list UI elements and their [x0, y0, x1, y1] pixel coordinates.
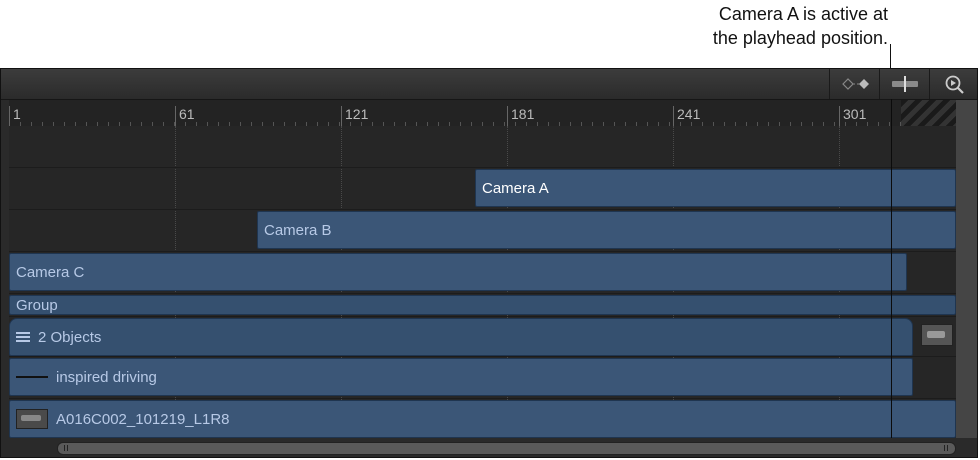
- group-track[interactable]: Group: [9, 295, 956, 315]
- timeline-ruler[interactable]: 1 61 121 181 241 301: [9, 100, 956, 126]
- row-separator: [9, 167, 956, 168]
- timeline-tracks: Camera A Camera B Camera C Group 2 Objec…: [9, 126, 956, 438]
- ruler-label: 61: [179, 106, 195, 122]
- camera-b-track[interactable]: Camera B: [257, 211, 956, 249]
- callout-annotation: Camera A is active at the playhead posit…: [713, 2, 888, 50]
- callout-line-1: Camera A is active at: [718, 4, 888, 24]
- callout-line-2: the playhead position.: [712, 28, 888, 48]
- scroll-grip-left-icon[interactable]: [64, 445, 69, 451]
- timeline-panel: 1 61 121 181 241 301 Camera A Camera B C…: [0, 68, 978, 458]
- row-separator: [9, 398, 956, 399]
- playhead[interactable]: [891, 99, 892, 438]
- scroll-grip-right-icon[interactable]: [944, 445, 949, 451]
- vertical-scrollbar[interactable]: [956, 100, 977, 438]
- ruler-label: 301: [843, 106, 867, 122]
- ruler-label: 181: [511, 106, 535, 122]
- horizontal-scrollbar[interactable]: [57, 442, 956, 455]
- audio-label: inspired driving: [56, 368, 157, 386]
- timeline-toolbar: [1, 69, 977, 100]
- clip-thumbnail-icon: [921, 324, 953, 346]
- zoom-icon[interactable]: [929, 69, 977, 99]
- row-separator: [9, 293, 956, 294]
- ruler-label: 121: [345, 106, 369, 122]
- ruler-out-of-range-hatch: [901, 100, 956, 126]
- snap-toggle-icon[interactable]: [879, 69, 930, 99]
- ruler-label: 241: [677, 106, 701, 122]
- video-clip-label: A016C002_101219_L1R8: [56, 410, 230, 428]
- row-separator: [9, 316, 956, 317]
- hamburger-icon: [16, 330, 30, 344]
- clip-thumbnail-icon: [16, 409, 48, 429]
- camera-c-track[interactable]: Camera C: [9, 253, 907, 291]
- camera-a-track[interactable]: Camera A: [475, 169, 956, 207]
- camera-c-label: Camera C: [16, 263, 85, 281]
- camera-a-label: Camera A: [482, 179, 549, 197]
- objects-label: 2 Objects: [38, 328, 102, 346]
- row-separator: [9, 356, 956, 357]
- camera-b-label: Camera B: [264, 221, 332, 239]
- audio-waveform-icon: [16, 376, 48, 378]
- objects-track[interactable]: 2 Objects: [9, 318, 913, 356]
- ruler-label: 1: [13, 106, 21, 122]
- video-clip-track[interactable]: A016C002_101219_L1R8: [9, 400, 956, 438]
- row-separator: [9, 209, 956, 210]
- group-label: Group: [16, 296, 58, 314]
- row-separator: [9, 251, 956, 252]
- audio-track[interactable]: inspired driving: [9, 358, 913, 396]
- keyframe-diamond-icon[interactable]: [829, 69, 880, 99]
